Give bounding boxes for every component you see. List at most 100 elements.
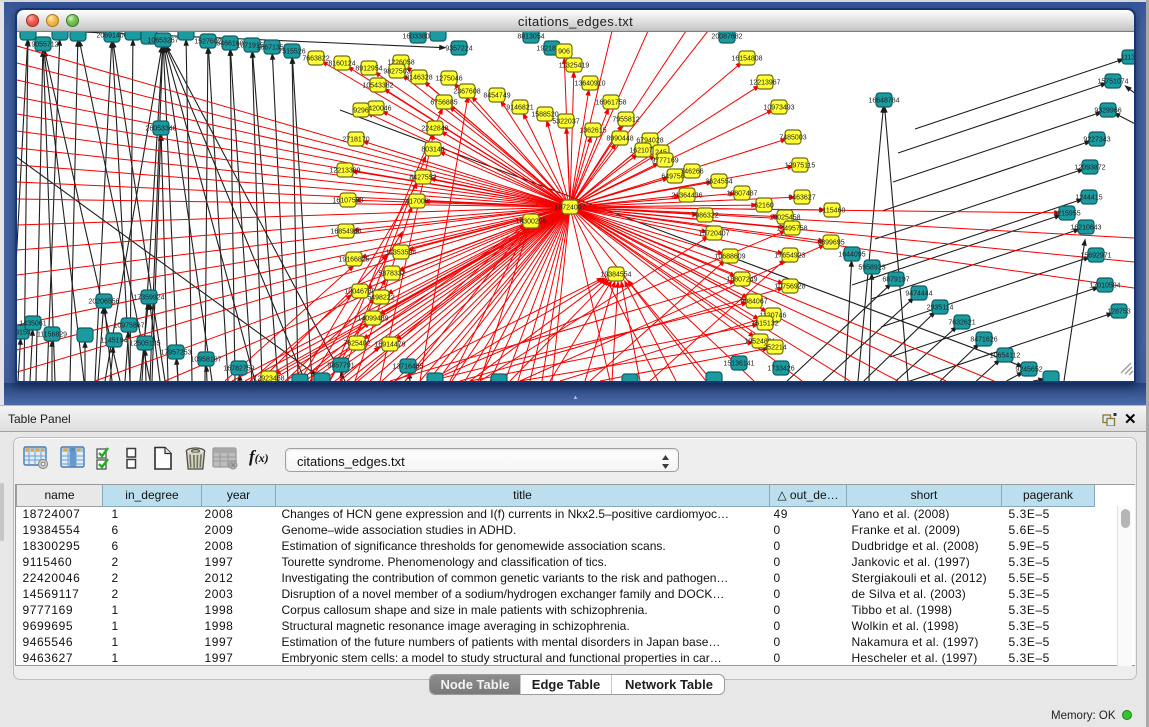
svg-text:9777169: 9777169: [651, 158, 678, 165]
svg-text:20206556: 20206556: [88, 299, 119, 306]
svg-text:417006: 417006: [405, 199, 428, 206]
svg-text:5498222: 5498222: [367, 295, 394, 302]
svg-text:5958923: 5958923: [858, 265, 885, 272]
svg-text:16154808: 16154808: [731, 56, 762, 63]
svg-text:13640910: 13640910: [574, 81, 605, 88]
svg-text:746266: 746266: [680, 169, 703, 176]
svg-text:1275046: 1275046: [435, 76, 462, 83]
svg-text:5878332: 5878332: [378, 271, 405, 278]
svg-text:19384554: 19384554: [600, 272, 631, 279]
svg-text:14495758: 14495758: [776, 226, 807, 233]
svg-text:10543382: 10543382: [362, 83, 393, 90]
svg-text:3624554: 3624554: [705, 179, 732, 186]
svg-text:2935114: 2935114: [927, 305, 954, 312]
svg-text:19166825: 19166825: [338, 257, 369, 264]
svg-text:128753: 128753: [1107, 309, 1130, 316]
svg-text:16648784: 16648784: [868, 98, 899, 105]
svg-text:16961758: 16961758: [595, 100, 626, 107]
svg-text:16210643: 16210643: [1070, 225, 1101, 232]
svg-text:9115460: 9115460: [819, 208, 846, 215]
svg-text:8813054: 8813054: [517, 34, 544, 41]
svg-text:9463627: 9463627: [788, 195, 815, 202]
svg-text:19055712: 19055712: [27, 42, 58, 49]
svg-text:13716485: 13716485: [392, 364, 423, 371]
svg-text:7485003: 7485003: [779, 135, 806, 142]
svg-text:62160: 62160: [754, 203, 774, 210]
svg-text:252214: 252214: [763, 345, 786, 352]
svg-text:11156829: 11156829: [37, 332, 67, 339]
svg-text:8912954: 8912954: [355, 66, 382, 73]
svg-text:12093872: 12093872: [1074, 165, 1105, 172]
svg-text:1435061: 1435061: [19, 321, 46, 328]
svg-text:9474444: 9474444: [905, 291, 932, 298]
svg-text:10688609: 10688609: [714, 254, 745, 261]
svg-text:1362615: 1362615: [579, 128, 606, 135]
svg-text:5322037: 5322037: [552, 119, 579, 126]
svg-text:2242848: 2242848: [421, 126, 448, 133]
svg-text:15692971: 15692971: [1080, 253, 1111, 260]
svg-text:16782759: 16782759: [223, 366, 254, 373]
svg-text:7625402: 7625402: [343, 341, 370, 348]
svg-text:12923468: 12923468: [253, 376, 284, 382]
svg-text:15720407: 15720407: [698, 231, 729, 238]
svg-text:1733426: 1733426: [767, 366, 794, 373]
svg-text:10807487: 10807487: [726, 191, 757, 198]
svg-text:26053346: 26053346: [145, 126, 176, 133]
svg-text:9296: 9296: [353, 108, 369, 115]
svg-text:1644095: 1644095: [838, 252, 865, 259]
svg-text:7632621: 7632621: [948, 320, 975, 327]
svg-text:12213389: 12213389: [329, 168, 360, 175]
svg-text:15136141: 15136141: [723, 361, 754, 368]
svg-text:2367608: 2367608: [453, 89, 480, 96]
svg-text:9857791: 9857791: [327, 363, 354, 370]
svg-text:9084067: 9084067: [740, 299, 767, 306]
svg-text:17359924: 17359924: [133, 295, 164, 302]
svg-text:10973493: 10973493: [763, 105, 794, 112]
svg-text:8146328: 8146328: [405, 75, 432, 82]
svg-text:7955812: 7955812: [612, 117, 639, 124]
svg-text:14099489: 14099489: [357, 316, 388, 323]
svg-text:18807249: 18807249: [726, 277, 757, 284]
svg-text:20691406: 20691406: [96, 33, 127, 40]
svg-text:3215955: 3215955: [1053, 211, 1080, 218]
svg-text:10654112: 10654112: [990, 353, 1021, 360]
svg-text:2718170: 2718170: [342, 137, 369, 144]
svg-text:15751074: 15751074: [1097, 79, 1128, 86]
svg-text:9146821: 9146821: [506, 105, 533, 112]
svg-text:6879197: 6879197: [882, 277, 909, 284]
svg-text:7663822: 7663822: [302, 56, 329, 63]
svg-text:9357224: 9357224: [445, 46, 472, 53]
svg-text:11325419: 11325419: [559, 63, 590, 70]
svg-text:9227343: 9227343: [1083, 137, 1110, 144]
svg-text:6899695: 6899695: [817, 240, 844, 247]
svg-text:12505135: 12505135: [129, 341, 160, 348]
svg-text:20087682: 20087682: [711, 34, 742, 41]
svg-text:12213967: 12213967: [749, 80, 780, 87]
svg-text:16033809: 16033809: [402, 34, 433, 41]
svg-text:8454749: 8454749: [483, 93, 510, 100]
svg-text:11353594: 11353594: [386, 250, 417, 257]
svg-text:17010504: 17010504: [1089, 283, 1120, 290]
svg-text:8471626: 8471626: [970, 337, 997, 344]
svg-text:7515526: 7515526: [278, 49, 305, 56]
svg-text:16854948: 16854948: [330, 229, 361, 236]
svg-text:7986322: 7986322: [691, 213, 718, 220]
svg-text:8160124: 8160124: [328, 61, 355, 68]
svg-text:17654923: 17654923: [774, 253, 805, 260]
svg-text:6756885: 6756885: [430, 100, 457, 107]
svg-text:1615132: 1615132: [751, 321, 778, 328]
svg-text:10653267: 10653267: [147, 38, 178, 45]
svg-text:906: 906: [558, 49, 570, 56]
svg-text:1244415: 1244415: [1075, 195, 1102, 202]
svg-text:9245652: 9245652: [1015, 367, 1042, 374]
svg-text:16107593: 16107593: [332, 198, 363, 205]
svg-text:1145194: 1145194: [101, 338, 128, 345]
svg-text:12975115: 12975115: [785, 163, 816, 170]
svg-text:10756928: 10756928: [774, 284, 805, 291]
svg-text:18724007: 18724007: [554, 205, 585, 212]
svg-text:21364436: 21364436: [671, 193, 702, 200]
svg-text:18300295: 18300295: [515, 219, 546, 226]
svg-text:8990448: 8990448: [606, 136, 633, 143]
svg-text:803144: 803144: [421, 147, 444, 154]
svg-text:11132: 11132: [1121, 55, 1134, 62]
